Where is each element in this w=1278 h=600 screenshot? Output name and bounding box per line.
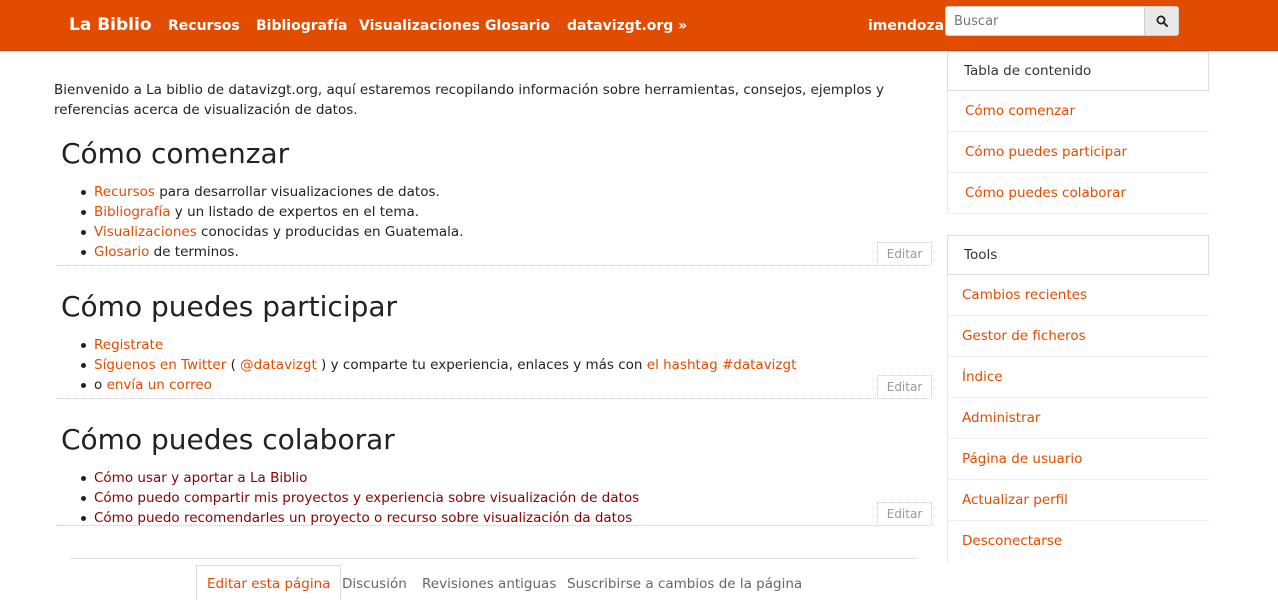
tab-old-revisions[interactable]: Revisiones antiguas [422,576,556,592]
tools-item-media-manager[interactable]: Gestor de ficheros [947,316,1209,357]
list-item: Cómo puedo compartir mis proyectos y exp… [78,488,639,508]
tools-item-update-profile[interactable]: Actualizar perfil [947,480,1209,521]
list-item-text: de terminos. [149,244,239,260]
search-icon [1156,15,1168,27]
toc-item-colaborar[interactable]: Cómo puedes colaborar [947,173,1209,214]
list-item: Registrate [78,335,796,355]
edit-section-button[interactable]: Editar [877,502,932,526]
edit-section-button[interactable]: Editar [877,375,932,399]
edit-section-button[interactable]: Editar [877,242,932,266]
nav-link-glosario[interactable]: Glosario [485,18,550,34]
link-glosario[interactable]: Glosario [94,244,149,260]
list-item: Recursos para desarrollar visualizacione… [78,182,464,202]
section-divider [56,525,932,526]
section-divider [56,265,932,266]
link-registrate[interactable]: Registrate [94,337,163,353]
list-item-text: conocidas y producidas en Guatemala. [196,224,464,240]
user-menu-link[interactable]: imendoza [868,18,944,34]
brand-link[interactable]: La Biblio [69,15,152,35]
list-item: Bibliografía y un listado de expertos en… [78,202,464,222]
link-como-usar[interactable]: Cómo usar y aportar a La Biblio [94,470,307,486]
section-title-participar: Cómo puedes participar [61,290,398,323]
section-list-participar: Registrate Síguenos en Twitter ( @datavi… [78,335,796,395]
section-title-colaborar: Cómo puedes colaborar [61,423,395,456]
tools-item-user-page[interactable]: Página de usuario [947,439,1209,480]
link-recursos[interactable]: Recursos [94,184,155,200]
list-item-text: o [94,377,107,393]
tab-edit-page[interactable]: Editar esta página [196,565,342,600]
tools-item-index[interactable]: Índice [947,357,1209,398]
tools-item-logout[interactable]: Desconectarse [947,521,1209,562]
search-button[interactable] [1144,7,1178,35]
tools-header: Tools [947,235,1209,275]
tab-subscribe[interactable]: Suscribirse a cambios de la página [567,576,802,592]
list-item: o envía un correo [78,375,796,395]
tools-item-admin[interactable]: Administrar [947,398,1209,439]
list-item-text: y un listado de expertos en el tema. [170,204,420,220]
intro-text: Bienvenido a La biblio de datavizgt.org,… [54,82,884,118]
link-visualizaciones[interactable]: Visualizaciones [94,224,197,240]
nav-link-datavizgt[interactable]: datavizgt.org » [567,18,687,34]
link-twitter[interactable]: Síguenos en Twitter [94,357,226,373]
sidebar: Tabla de contenido Cómo comenzar Cómo pu… [947,51,1209,600]
section-list-comenzar: Recursos para desarrollar visualizacione… [78,182,464,262]
link-twitter-handle[interactable]: @datavizgt [240,357,317,373]
list-item-text: para desarrollar visualizaciones de dato… [154,184,440,200]
nav-link-recursos[interactable]: Recursos [168,18,240,34]
toc-header: Tabla de contenido [947,51,1209,91]
page-tabs-divider [70,558,918,559]
section-title-comenzar: Cómo comenzar [61,137,290,170]
search-input[interactable] [946,7,1146,35]
tools-item-recent-changes[interactable]: Cambios recientes [947,275,1209,316]
list-item: Glosario de terminos. [78,242,464,262]
section-list-colaborar: Cómo usar y aportar a La Biblio Cómo pue… [78,468,639,528]
search-form [945,6,1179,36]
list-item-text: ) y comparte tu experiencia, enlaces y m… [316,357,647,373]
link-hashtag[interactable]: el hashtag #datavizgt [647,357,797,373]
top-navbar: La Biblio Recursos Bibliografía Visualiz… [0,0,1278,51]
toc-item-participar[interactable]: Cómo puedes participar [947,132,1209,173]
nav-link-bibliografia[interactable]: Bibliografía [256,18,347,34]
tab-discussion[interactable]: Discusión [342,576,407,592]
list-item: Visualizaciones conocidas y producidas e… [78,222,464,242]
toc-item-comenzar[interactable]: Cómo comenzar [947,91,1209,132]
link-compartir-proyectos[interactable]: Cómo puedo compartir mis proyectos y exp… [94,490,639,506]
section-divider [56,398,932,399]
link-recomendar-proyecto[interactable]: Cómo puedo recomendarles un proyecto o r… [94,510,632,526]
list-item: Cómo usar y aportar a La Biblio [78,468,639,488]
list-item: Síguenos en Twitter ( @datavizgt ) y com… [78,355,796,375]
list-item-text: ( [226,357,241,373]
nav-link-visualizaciones[interactable]: Visualizaciones [359,18,480,34]
link-bibliografia[interactable]: Bibliografía [94,204,171,220]
link-email[interactable]: envía un correo [107,377,212,393]
